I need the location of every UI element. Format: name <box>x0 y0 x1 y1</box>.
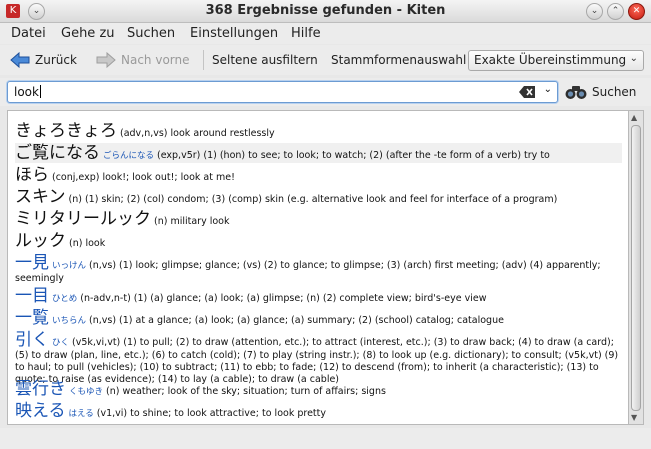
result-word[interactable]: 引く <box>15 330 49 350</box>
result-word[interactable]: 一見 <box>15 253 49 273</box>
menu-hilfe[interactable]: Hilfe <box>291 26 321 41</box>
result-entry[interactable]: 映える はえる (v1,vi) to shine; to look attracti… <box>15 401 622 421</box>
match-mode-select[interactable]: Exakte Übereinstimmung ⌄ <box>468 50 644 71</box>
result-word: ルック <box>15 231 66 251</box>
result-definition: (conj,exp) look!; look out!; look at me! <box>52 172 235 183</box>
text-caret <box>39 85 41 98</box>
menu-suchen[interactable]: Suchen <box>127 26 175 41</box>
result-reading[interactable]: はえる <box>69 409 94 419</box>
results-view[interactable]: きょろきょろ (adv,n,vs) look around restlessly … <box>7 110 629 425</box>
result-definition: (n,vs) (1) look; glimpse; glance; (vs) (… <box>15 260 601 284</box>
result-entry[interactable]: 一目 ひとめ (n-adv,n-t) (1) (a) glance; (a) loo… <box>15 286 622 306</box>
result-entry[interactable]: ご覧になる ごらんになる (exp,v5r) (1) (hon) to see; t… <box>15 143 622 163</box>
close-button[interactable]: ✕ <box>628 3 645 20</box>
status-bar <box>0 428 651 449</box>
result-definition: (v1,vi) to shine; to look attractive; to… <box>96 408 326 419</box>
result-entry[interactable]: きょろきょろ (adv,n,vs) look around restlessly <box>15 121 622 141</box>
result-entry[interactable]: ほら (conj,exp) look!; look out!; look at m… <box>15 165 622 185</box>
result-reading[interactable]: いちらん <box>52 316 86 326</box>
back-label: Zurück <box>35 53 77 67</box>
binoculars-icon <box>565 86 587 99</box>
result-reading[interactable]: いっけん <box>52 261 86 271</box>
rare-filter-label: Seltene ausfiltern <box>212 53 318 67</box>
maximize-button[interactable]: ⌃ <box>607 3 624 20</box>
result-entry[interactable]: ルック (n) look <box>15 231 622 251</box>
result-definition: (v5k,vi,vt) (1) to pull; (2) to draw (at… <box>15 337 619 385</box>
result-definition: (n) military look <box>154 216 230 227</box>
toolbar-separator <box>203 50 204 70</box>
result-entry[interactable]: 一見 いっけん (n,vs) (1) look; glimpse; glance; … <box>15 253 622 285</box>
result-definition: (n,vs) (1) at a glance; (a) look; (a) gl… <box>89 315 504 326</box>
window-title: 368 Ergebnisse gefunden - Kiten <box>205 3 446 18</box>
result-definition: (n) look <box>69 238 106 249</box>
result-reading[interactable]: くもゆき <box>69 387 103 397</box>
forward-button[interactable]: Nach vorne <box>96 50 190 70</box>
result-word: ミリタリールック <box>15 209 151 229</box>
menu-einstellungen[interactable]: Einstellungen <box>190 26 278 41</box>
result-reading[interactable]: ひく <box>52 338 69 348</box>
search-query: look <box>14 85 39 99</box>
result-definition: (n) weather; look of the sky; situation;… <box>106 386 386 397</box>
result-word[interactable]: 一目 <box>15 286 49 306</box>
minimize-button[interactable]: ⌄ <box>586 3 603 20</box>
result-entry[interactable]: 引く ひく (v5k,vi,vt) (1) to pull; (2) to draw… <box>15 330 622 386</box>
scrollbar-thumb[interactable] <box>631 125 641 411</box>
back-button[interactable]: Zurück <box>10 50 77 70</box>
stem-form-label: Stammformenauswahl <box>331 53 467 67</box>
result-word: スキン <box>15 187 66 207</box>
menu-datei[interactable]: Datei <box>11 26 46 41</box>
search-input[interactable]: look ⌄ <box>7 81 558 103</box>
result-definition: (exp,v5r) (1) (hon) to see; to look; to … <box>157 150 550 161</box>
result-definition: (n) (1) skin; (2) (col) condom; (3) (com… <box>68 194 558 205</box>
history-dropdown-icon[interactable]: ⌄ <box>544 84 552 95</box>
menu-bar: Datei Gehe zu Suchen Einstellungen Hilfe <box>0 23 651 44</box>
search-row: look ⌄ Suchen <box>0 78 651 106</box>
result-word: ご覧になる <box>15 143 100 163</box>
result-reading[interactable]: ひとめ <box>52 294 77 304</box>
result-definition: (adv,n,vs) look around restlessly <box>120 128 275 139</box>
back-arrow-icon <box>10 52 30 68</box>
chevron-down-icon: ⌄ <box>629 53 638 64</box>
toolbar: Zurück Nach vorne Seltene ausfiltern Sta… <box>0 45 651 75</box>
result-definition: (n-adv,n-t) (1) (a) glance; (a) look; (a… <box>80 293 487 304</box>
result-entry[interactable]: 一覧 いちらん (n,vs) (1) at a glance; (a) look; … <box>15 308 622 328</box>
menu-gehe-zu[interactable]: Gehe zu <box>61 26 115 41</box>
result-word: ほら <box>15 165 49 185</box>
match-mode-value: Exakte Übereinstimmung <box>474 53 627 67</box>
title-bar: K ⌄ 368 Ergebnisse gefunden - Kiten ⌄ ⌃ … <box>0 0 651 23</box>
result-word[interactable]: 一覧 <box>15 308 49 328</box>
result-entry[interactable]: ミリタリールック (n) military look <box>15 209 622 229</box>
search-button-label: Suchen <box>592 85 637 99</box>
result-entry[interactable]: スキン (n) (1) skin; (2) (col) condom; (3) (… <box>15 187 622 207</box>
result-word[interactable]: 雲行き <box>15 379 66 399</box>
rare-filter-button[interactable]: Seltene ausfiltern <box>212 50 318 70</box>
clear-text-icon[interactable] <box>519 86 535 98</box>
forward-arrow-icon <box>96 52 116 68</box>
scroll-up-icon[interactable]: ▲ <box>631 113 637 122</box>
results-scrollbar[interactable]: ▲ ▼ <box>629 110 644 425</box>
result-word[interactable]: 映える <box>15 401 66 421</box>
result-entry[interactable]: 雲行き くもゆき (n) weather; look of the sky; sit… <box>15 379 622 399</box>
result-reading[interactable]: ごらんになる <box>103 151 154 161</box>
forward-label: Nach vorne <box>121 53 190 67</box>
stem-form-button[interactable]: Stammformenauswahl <box>331 50 466 70</box>
scroll-down-icon[interactable]: ▼ <box>631 413 637 422</box>
search-button[interactable]: Suchen <box>565 83 636 101</box>
result-word: きょろきょろ <box>15 121 117 141</box>
